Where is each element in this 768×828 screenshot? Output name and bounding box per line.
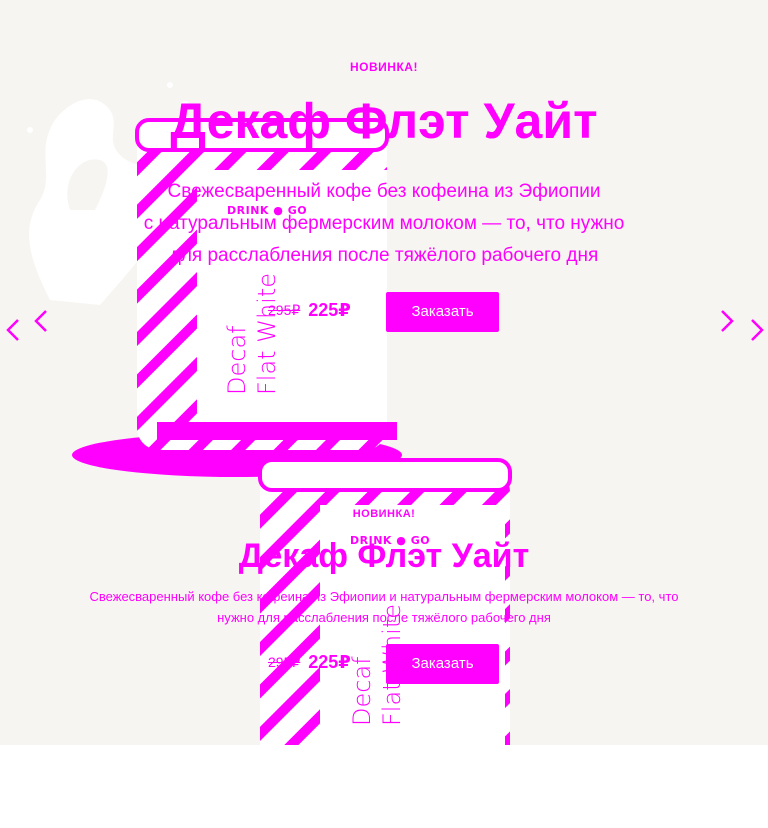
price-block: 295₽ 225₽ [268, 300, 351, 321]
new-badge: НОВИНКА! [352, 508, 416, 520]
order-button[interactable]: Заказать [386, 644, 499, 684]
old-price: 295₽ [268, 654, 301, 670]
page-title: Декаф Флэт Уайт [238, 537, 530, 575]
chevron-left-icon[interactable] [30, 307, 52, 335]
product-description: Свежесваренный кофе без кофеина из Эфиоп… [143, 181, 625, 266]
order-button[interactable]: Заказать [386, 292, 499, 332]
page-title: Декаф Флэт Уайт [170, 93, 598, 149]
current-price: 225₽ [308, 652, 351, 672]
price-block: 295₽ 225₽ [268, 652, 351, 673]
can-product-name: Decaf Flat White [223, 272, 281, 395]
product-description: Свежесваренный кофе без кофеина из Эфиоп… [89, 589, 679, 625]
old-price: 295₽ [268, 302, 301, 318]
drink-can-image: DRINK ● GO Decaf Flat White [62, 110, 402, 485]
chevron-right-icon[interactable] [746, 316, 768, 344]
hero-slider: DRINK ● GO Decaf Flat White DRINK ● GO D… [0, 0, 768, 745]
chevron-left-icon[interactable] [2, 316, 24, 344]
new-badge: НОВИНКА! [350, 60, 418, 74]
page-footer-area [0, 745, 768, 828]
current-price: 225₽ [308, 300, 351, 320]
chevron-right-icon[interactable] [716, 307, 738, 335]
